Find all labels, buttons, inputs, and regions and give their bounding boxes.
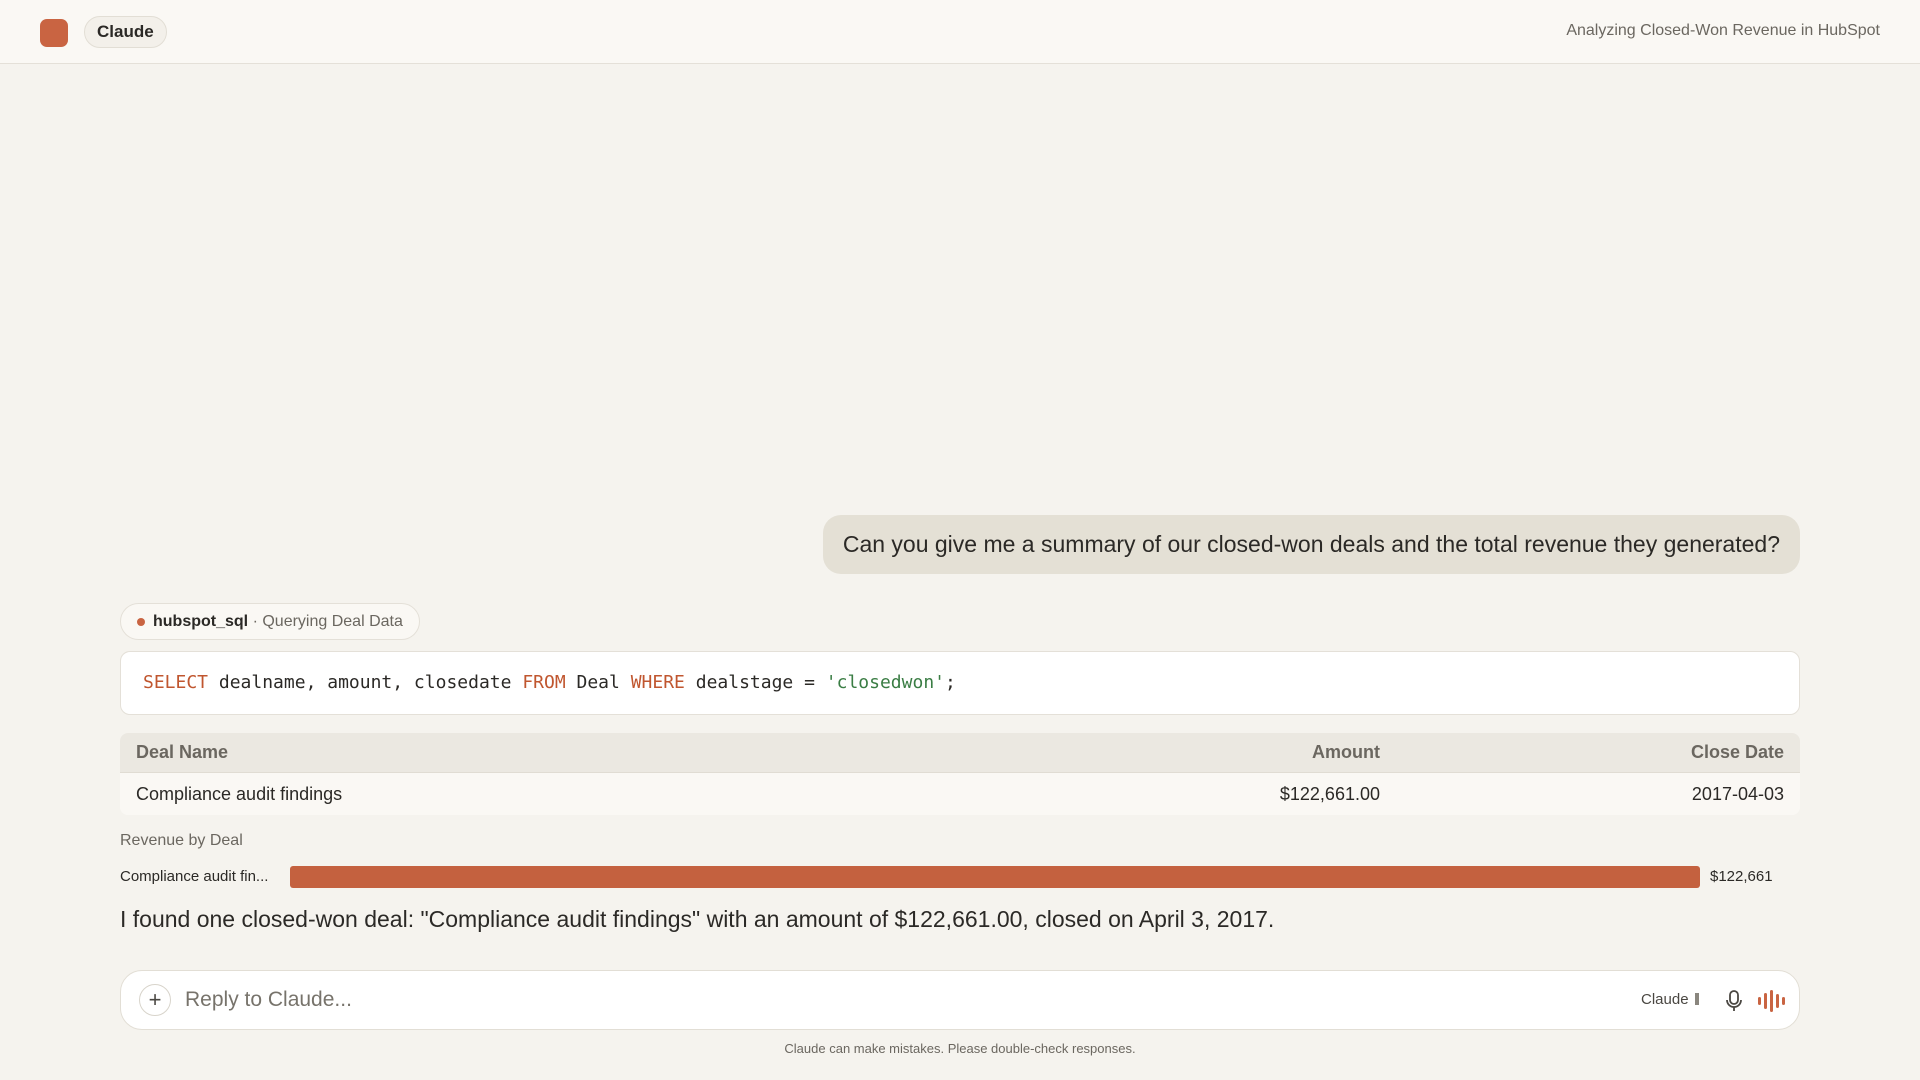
column-header-amount: Amount <box>1312 742 1380 762</box>
tool-name: hubspot_sql <box>153 613 249 630</box>
app-name-chip[interactable]: Claude <box>84 16 167 48</box>
microphone-icon[interactable] <box>1721 987 1747 1015</box>
chevron-icon <box>1694 993 1699 1005</box>
column-header-close-date: Close Date <box>1690 742 1784 762</box>
plus-icon[interactable]: + <box>139 984 171 1016</box>
chart-title: Revenue by Deal <box>120 832 243 849</box>
top-bar: Claude Analyzing Closed-Won Revenue in H… <box>0 0 1920 64</box>
bar-value-label: $122,661 <box>1710 868 1773 885</box>
tool-separator: · <box>252 613 258 630</box>
cell-amount: $122,661.00 <box>1279 783 1380 804</box>
cell-close-date: 2017-04-03 <box>1691 783 1784 804</box>
assistant-answer: I found one closed-won deal: "Compliance… <box>120 906 1275 932</box>
composer: + Claude <box>120 970 1800 1030</box>
sql-text: ; <box>945 672 956 693</box>
results-table: Deal Name Amount Close Date Compliance a… <box>120 733 1800 815</box>
disclaimer: Claude can make mistakes. Please double-… <box>784 1041 1136 1056</box>
user-message: Can you give me a summary of our closed-… <box>822 515 1800 574</box>
sql-keyword: SELECT <box>143 672 209 693</box>
bar-track <box>290 866 1700 888</box>
bar-category-label: Compliance audit fin... <box>120 868 269 885</box>
table-header: Deal Name Amount Close Date <box>120 733 1800 773</box>
model-selector[interactable]: Claude <box>1641 991 1699 1008</box>
tool-call-chip[interactable]: hubspot_sql · Querying Deal Data <box>120 603 420 640</box>
voice-waveform-icon[interactable] <box>1755 987 1789 1015</box>
sql-keyword: FROM <box>522 672 566 693</box>
reply-input[interactable] <box>185 983 1385 1017</box>
cell-deal-name: Compliance audit findings <box>136 783 343 804</box>
sql-keyword: WHERE <box>630 672 685 693</box>
sql-text: dealstage = <box>684 672 826 693</box>
sql-query-block: SELECT dealname, amount, closedate FROM … <box>120 651 1800 715</box>
table-row: Compliance audit findings $122,661.00 20… <box>120 773 1800 815</box>
column-header-deal-name: Deal Name <box>136 742 229 762</box>
bar <box>290 866 1700 888</box>
sql-text: dealname, amount, closedate <box>208 672 523 693</box>
tool-status-dot-icon <box>137 618 145 626</box>
sql-text: Deal <box>565 672 631 693</box>
chat-title[interactable]: Analyzing Closed-Won Revenue in HubSpot <box>1566 22 1880 40</box>
claude-logo-icon[interactable] <box>40 19 68 47</box>
sql-string: 'closedwon' <box>825 672 945 693</box>
model-name: Claude <box>1641 991 1689 1008</box>
tool-status: Querying Deal Data <box>262 613 403 630</box>
